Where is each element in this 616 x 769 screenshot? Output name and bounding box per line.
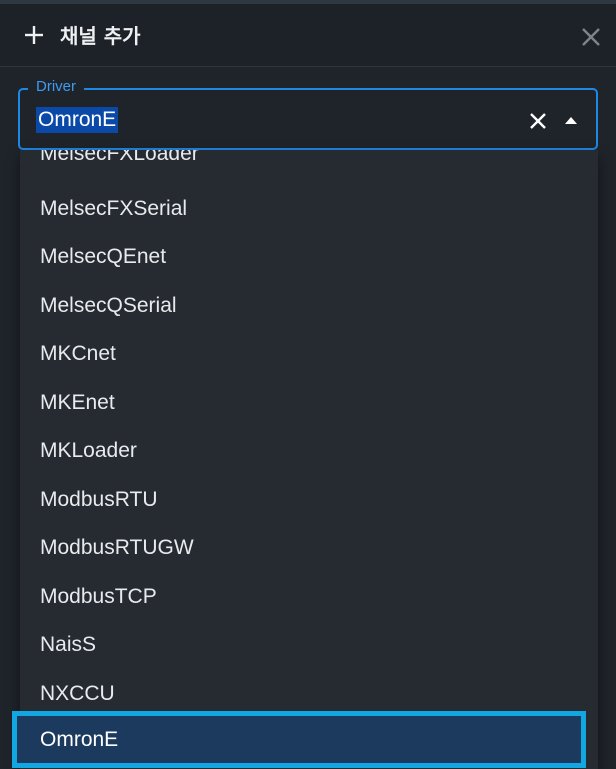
dropdown-option[interactable]: MKEnet xyxy=(20,379,598,427)
driver-input[interactable]: OmronE xyxy=(36,107,119,133)
driver-dropdown-list[interactable]: MelsecFXLoader MelsecFXSerial MelsecQEnet M… xyxy=(20,150,598,769)
dropdown-option[interactable]: MelsecQEnet xyxy=(20,233,598,281)
dropdown-option[interactable]: MelsecFXSerial xyxy=(20,185,598,233)
dialog-header: 채널 추가 xyxy=(0,4,616,67)
plus-icon xyxy=(25,26,43,44)
dropdown-option[interactable]: ModbusTCP xyxy=(20,573,598,621)
clear-icon[interactable] xyxy=(527,110,549,132)
dropdown-option[interactable]: MelsecFXLoader xyxy=(20,150,598,170)
close-icon[interactable] xyxy=(580,26,602,48)
dropdown-option[interactable]: MKCnet xyxy=(20,330,598,378)
dialog-body-edge xyxy=(598,150,616,769)
dropdown-option[interactable]: ModbusRTUGW xyxy=(20,524,598,572)
dropdown-option-selected[interactable]: OmronE xyxy=(12,711,586,768)
dropdown-option[interactable]: ModbusRTU xyxy=(20,476,598,524)
dropdown-option[interactable]: MKLoader xyxy=(20,427,598,475)
dialog-title: 채널 추가 xyxy=(60,24,141,48)
dropdown-option[interactable]: MelsecQSerial xyxy=(20,282,598,330)
add-channel-dialog: 채널 추가 Driver OmronE MelsecFXLoader Melsec… xyxy=(0,0,616,769)
caret-up-icon[interactable] xyxy=(562,113,580,129)
dropdown-option[interactable]: NaisS xyxy=(20,621,598,669)
driver-label: Driver xyxy=(28,77,84,97)
